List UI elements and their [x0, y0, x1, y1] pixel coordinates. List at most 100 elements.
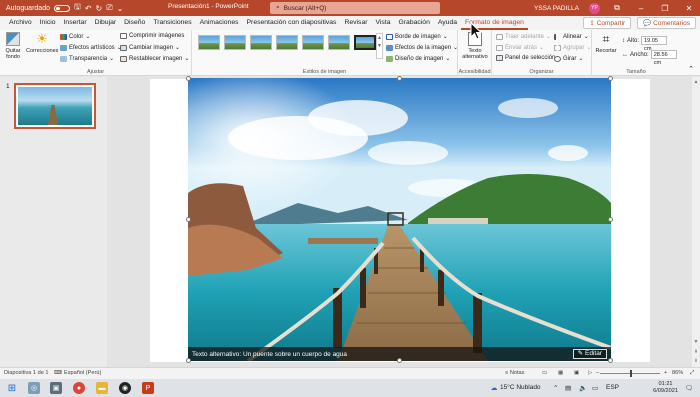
change-picture-button[interactable]: Cambiar imagen ⌄	[120, 44, 180, 51]
share-button[interactable]: ⇪ Compartir	[583, 17, 632, 29]
group-button[interactable]: Agrupar ⌄	[554, 44, 591, 51]
undo-icon[interactable]: ↶	[85, 4, 92, 13]
close-icon[interactable]: ✕	[682, 4, 696, 13]
tab-inicio[interactable]: Inicio	[36, 16, 60, 30]
corrections-button[interactable]: ☀ Correcciones	[26, 32, 58, 55]
tab-animaciones[interactable]: Animaciones	[196, 16, 243, 30]
redo-icon[interactable]: ↻	[96, 4, 103, 13]
color-button[interactable]: Color ⌄	[60, 33, 90, 40]
picture-effects-button[interactable]: Efectos de la imagen ⌄	[386, 44, 458, 51]
width-input[interactable]: 28.56 cm	[650, 50, 677, 66]
ribbon-options-icon[interactable]: ⧉	[610, 3, 624, 13]
rotate-button[interactable]: Girar ⌄	[554, 55, 583, 62]
tab-ayuda[interactable]: Ayuda	[434, 16, 461, 30]
zoom-slider-thumb[interactable]	[630, 370, 632, 377]
save-icon[interactable]: 🖫	[74, 1, 81, 15]
resize-handle[interactable]	[397, 76, 402, 81]
scroll-down-icon[interactable]: ▼	[692, 339, 700, 345]
zoom-out-icon[interactable]: –	[596, 370, 599, 376]
tab-archivo[interactable]: Archivo	[5, 16, 36, 30]
resize-handle[interactable]	[186, 217, 191, 222]
height-input[interactable]: 19.05 cm	[641, 36, 668, 52]
style-thumbnail[interactable]	[302, 35, 324, 50]
selected-picture[interactable]: Texto alternativo: Un puente sobre un cu…	[188, 78, 611, 361]
zoom-in-icon[interactable]: +	[664, 370, 667, 376]
autosave-toggle[interactable]	[53, 4, 70, 12]
style-thumbnail[interactable]	[276, 35, 298, 50]
user-name[interactable]: YSSA PADILLA	[534, 5, 579, 12]
powerpoint-taskbar-icon[interactable]: P	[142, 382, 154, 394]
tab-insertar[interactable]: Insertar	[60, 16, 91, 30]
edit-alt-text-button[interactable]: ✎ Editar	[572, 349, 607, 359]
picture-layout-button[interactable]: Diseño de imagen ⌄	[386, 55, 450, 62]
tab-revisar[interactable]: Revisar	[340, 16, 371, 30]
tab-grabacion[interactable]: Grabación	[395, 16, 434, 30]
reset-picture-button[interactable]: Restablecer imagen ⌄	[120, 55, 189, 62]
tab-presentacion[interactable]: Presentación con diapositivas	[243, 16, 341, 30]
customize-qat-icon[interactable]: ⌄	[117, 4, 124, 13]
resize-handle[interactable]	[397, 358, 402, 363]
bring-forward-button[interactable]: Traer adelante ⌄	[496, 33, 551, 40]
notifications-icon[interactable]: 🗨	[685, 384, 693, 392]
tab-diseno[interactable]: Diseño	[120, 16, 149, 30]
resize-handle[interactable]	[608, 76, 613, 81]
battery-icon[interactable]: ▭	[592, 384, 598, 392]
minimize-icon[interactable]: –	[634, 4, 648, 13]
selection-pane-button[interactable]: Panel de selección	[496, 55, 555, 61]
weather-icon[interactable]: ☁	[488, 382, 500, 394]
language-icon[interactable]: ⌨	[54, 370, 62, 376]
style-thumbnail[interactable]	[354, 35, 376, 50]
slide-sorter-icon[interactable]: ▦	[558, 370, 563, 376]
file-explorer-icon[interactable]: ▬	[96, 382, 108, 394]
tab-vista[interactable]: Vista	[372, 16, 395, 30]
transparency-button[interactable]: Transparencia ⌄	[60, 55, 114, 62]
chrome-icon[interactable]: ●	[73, 382, 85, 394]
network-icon[interactable]: ▤	[565, 384, 571, 392]
sound-icon[interactable]: 🔈	[579, 384, 587, 392]
next-slide-icon[interactable]: ⇟	[692, 358, 700, 364]
search-box[interactable]: ⌕ Buscar (Alt+Q)	[270, 2, 440, 14]
tab-transiciones[interactable]: Transiciones	[149, 16, 195, 30]
weather-text[interactable]: 15°C Nublado	[500, 384, 541, 391]
zoom-level[interactable]: 86%	[672, 370, 683, 376]
task-view-icon[interactable]: ▣	[50, 382, 62, 394]
search-taskbar-icon[interactable]: ◎	[28, 382, 40, 394]
resize-handle[interactable]	[186, 358, 191, 363]
align-button[interactable]: Alinear ⌄	[554, 33, 589, 40]
remove-background-button[interactable]: Quitar fondo	[2, 32, 24, 60]
scroll-up-icon[interactable]: ▲	[692, 79, 700, 85]
comments-button[interactable]: 💬 Comentarios	[637, 17, 696, 29]
style-thumbnail[interactable]	[250, 35, 272, 50]
tab-dibujar[interactable]: Dibujar	[91, 16, 121, 30]
resize-handle[interactable]	[186, 76, 191, 81]
resize-handle[interactable]	[608, 358, 613, 363]
clock[interactable]: 01:21 6/09/2021	[653, 381, 678, 395]
style-thumbnail[interactable]	[328, 35, 350, 50]
style-thumbnail[interactable]	[224, 35, 246, 50]
send-backward-button[interactable]: Enviar atrás ⌄	[496, 44, 544, 51]
maximize-icon[interactable]: ❐	[658, 4, 672, 13]
slide-thumbnail[interactable]	[14, 83, 96, 129]
compress-pictures-button[interactable]: Comprimir imágenes	[120, 33, 184, 39]
input-language[interactable]: ESP	[606, 384, 619, 391]
fit-to-window-icon[interactable]: ⤢	[690, 370, 694, 377]
reading-view-icon[interactable]: ▣	[574, 370, 579, 376]
media-player-icon[interactable]: ◉	[119, 382, 131, 394]
present-icon[interactable]: ⎚	[106, 3, 112, 13]
tray-chevron-icon[interactable]: ⌃	[553, 384, 558, 392]
avatar[interactable]: YP	[589, 2, 600, 14]
collapse-ribbon-icon[interactable]: ⌃	[688, 65, 694, 73]
crop-button[interactable]: ⌗ Recortar	[594, 32, 618, 54]
gallery-more-button[interactable]: ▲ ▼	[376, 33, 383, 59]
artistic-effects-button[interactable]: Efectos artísticos⌄	[60, 44, 122, 51]
language-status[interactable]: Español (Perú)	[64, 370, 101, 376]
windows-start-icon[interactable]: ⊞	[6, 382, 18, 394]
style-thumbnail[interactable]	[198, 35, 220, 50]
previous-slide-icon[interactable]: ⇞	[692, 349, 700, 355]
vertical-scrollbar[interactable]: ▲ ▼ ⇞ ⇟	[692, 77, 700, 367]
resize-handle[interactable]	[608, 217, 613, 222]
picture-border-button[interactable]: Borde de imagen ⌄	[386, 33, 448, 40]
normal-view-icon[interactable]: ▭	[542, 370, 547, 376]
notes-button[interactable]: ≡ Notas	[505, 370, 524, 376]
slideshow-icon[interactable]: ▷	[588, 370, 592, 376]
